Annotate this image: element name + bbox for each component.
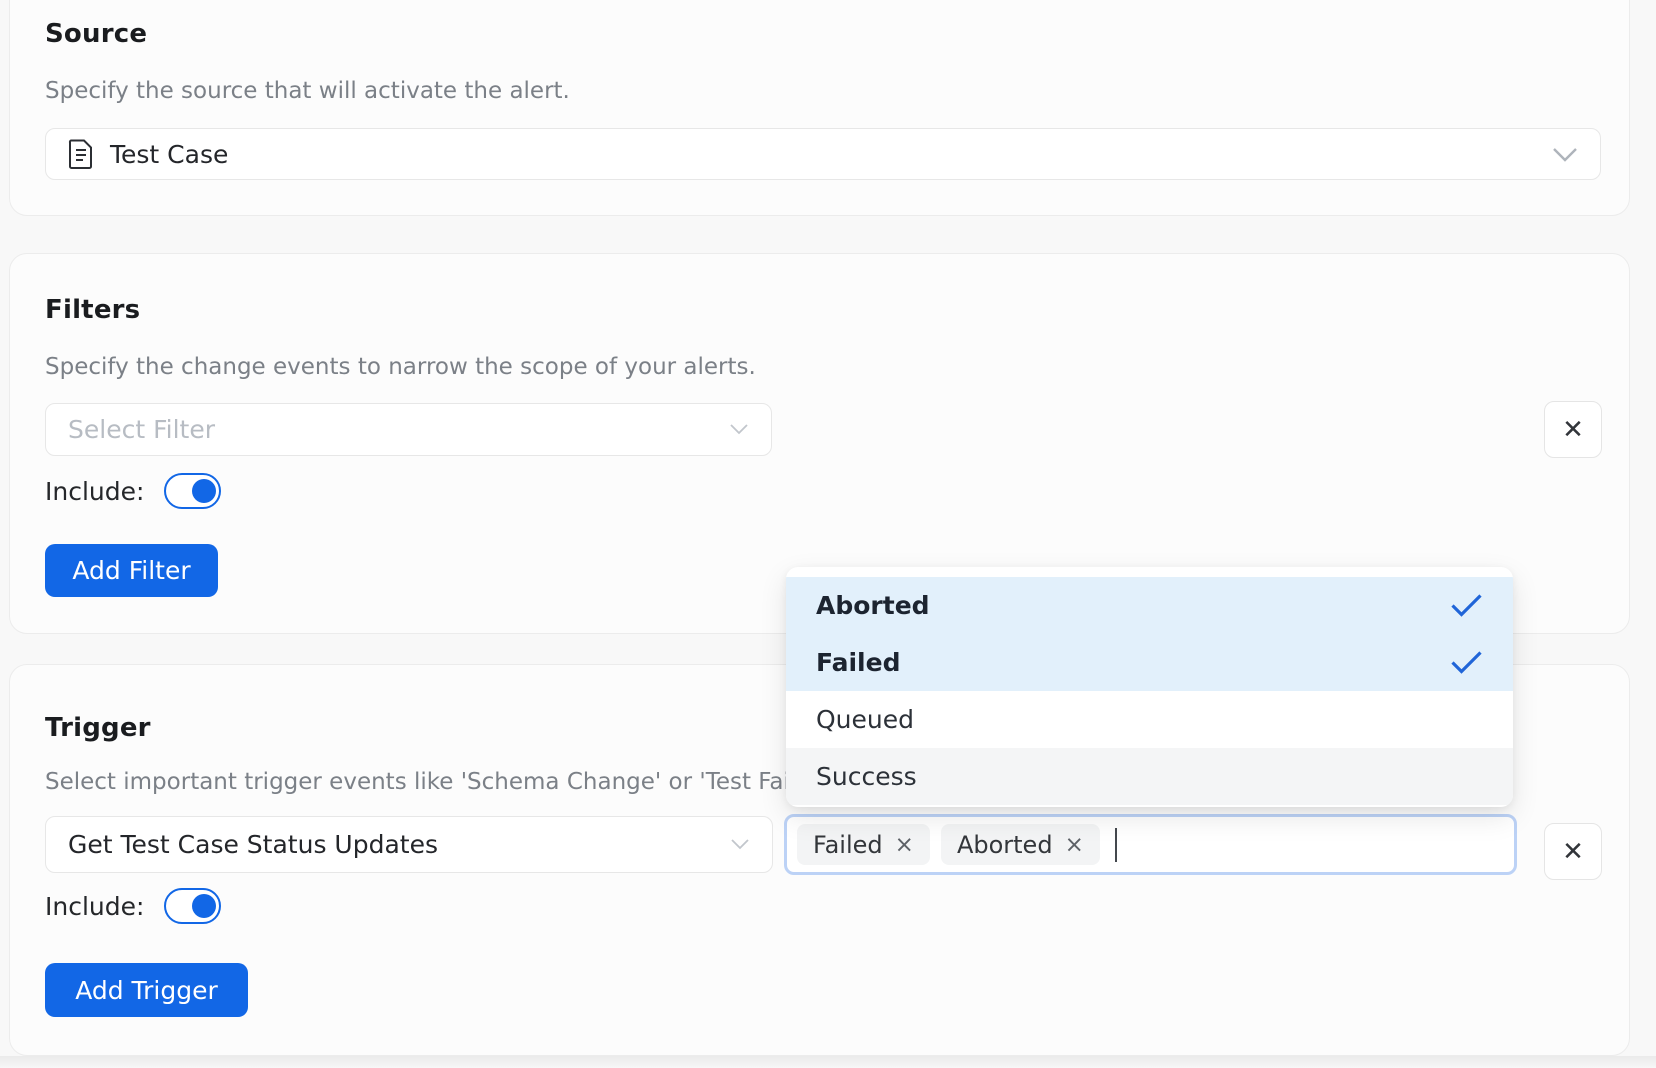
include-toggle[interactable] [164, 473, 221, 509]
filters-description: Specify the change events to narrow the … [45, 354, 1605, 380]
tag-label: Aborted [957, 831, 1053, 859]
dropdown-option-aborted[interactable]: Aborted [786, 577, 1513, 634]
source-select-value: Test Case [110, 140, 228, 169]
source-description: Specify the source that will activate th… [45, 78, 1605, 104]
trigger-title: Trigger [45, 713, 151, 743]
tag-label: Failed [813, 831, 883, 859]
toggle-knob-icon [192, 479, 216, 503]
include-label: Include: [45, 477, 144, 506]
selected-tag-aborted: Aborted × [941, 824, 1100, 865]
trigger-description: Select important trigger events like 'Sc… [45, 769, 787, 795]
include-label: Include: [45, 892, 144, 921]
check-icon [1450, 650, 1483, 675]
close-icon: ✕ [1562, 836, 1584, 867]
chevron-down-icon [730, 838, 750, 851]
filter-select[interactable]: Select Filter [45, 403, 772, 456]
text-cursor [1115, 828, 1117, 862]
option-label: Success [816, 762, 917, 791]
remove-filter-row-button[interactable]: ✕ [1544, 401, 1602, 458]
remove-tag-icon[interactable]: × [1065, 832, 1084, 858]
check-icon [1450, 593, 1483, 618]
add-trigger-button[interactable]: Add Trigger [45, 963, 248, 1017]
filters-title: Filters [45, 295, 140, 325]
status-multiselect-input[interactable]: Failed × Aborted × [784, 814, 1517, 875]
add-filter-button[interactable]: Add Filter [45, 544, 218, 597]
source-select[interactable]: Test Case [45, 128, 1601, 180]
file-text-icon [68, 139, 94, 169]
dropdown-option-success[interactable]: Success [786, 748, 1513, 805]
remove-trigger-row-button[interactable]: ✕ [1544, 823, 1602, 880]
toggle-knob-icon [192, 894, 216, 918]
chevron-down-icon [729, 423, 749, 436]
chevron-down-icon [1552, 147, 1578, 162]
trigger-include-row: Include: [45, 888, 221, 924]
selected-tag-failed: Failed × [797, 824, 930, 865]
status-dropdown-menu: Aborted Failed Queued Success [786, 567, 1513, 807]
remove-tag-icon[interactable]: × [895, 832, 914, 858]
close-icon: ✕ [1562, 414, 1584, 445]
trigger-event-select[interactable]: Get Test Case Status Updates [45, 816, 773, 873]
option-label: Queued [816, 705, 914, 734]
option-label: Failed [816, 648, 900, 677]
filters-include-row: Include: [45, 473, 221, 509]
trigger-select-value: Get Test Case Status Updates [68, 830, 438, 859]
include-toggle[interactable] [164, 888, 221, 924]
dropdown-option-failed[interactable]: Failed [786, 634, 1513, 691]
source-title: Source [45, 19, 147, 49]
page-bottom-shadow [0, 1056, 1656, 1068]
option-label: Aborted [816, 591, 930, 620]
source-card: Source Specify the source that will acti… [9, 0, 1630, 216]
dropdown-option-queued[interactable]: Queued [786, 691, 1513, 748]
filter-select-placeholder: Select Filter [68, 415, 215, 444]
